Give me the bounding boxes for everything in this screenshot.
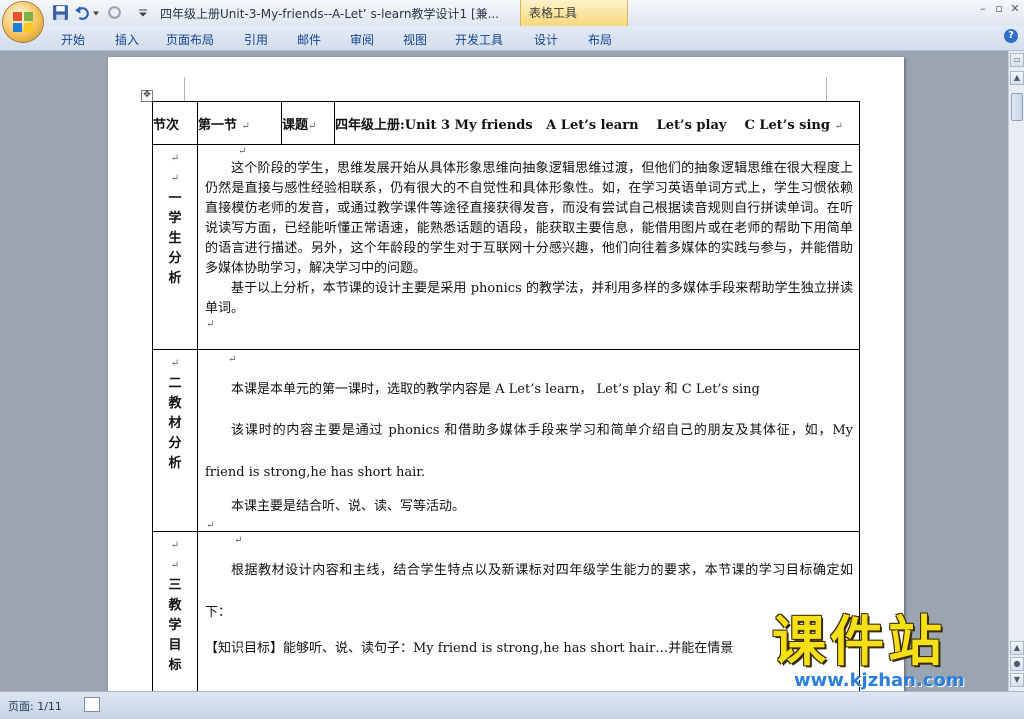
- page-indicator[interactable]: 页面: 1/11: [8, 698, 62, 714]
- browse-object-icon[interactable]: ●: [1010, 657, 1024, 671]
- next-page-icon[interactable]: ▼: [1010, 673, 1024, 687]
- document-workspace[interactable]: ✥ 节次 第一节 ↵ 课题↵ 四年级上册:Unit 3 My friends A…: [0, 51, 1008, 691]
- section-label-char: 教: [168, 396, 182, 411]
- section-label-char: 一: [168, 191, 182, 206]
- topic-label-cell[interactable]: 课题↵: [281, 101, 335, 145]
- vertical-scrollbar[interactable]: ▭ ▲ ▲ ● ▼: [1008, 51, 1024, 691]
- tab-design[interactable]: 设计: [534, 31, 558, 48]
- tab-insert[interactable]: 插入: [115, 31, 139, 48]
- topic-value: 四年级上册:Unit 3 My friends A Let’s learn Le…: [335, 117, 830, 133]
- paragraph: 【知识目标】能够听、说、读句子：My friend is strong,he h…: [205, 641, 734, 656]
- customize-toolbar-icon[interactable]: [138, 4, 148, 21]
- table-row-material-analysis: ↵ 二 教 材 分 析 ↵ 本课是本单元的第一课时，选取的教学内容是 A Let…: [152, 349, 860, 532]
- window-title: 四年级上册Unit-3-My-friends--A-Let’ s-learn教学…: [160, 7, 500, 21]
- table-row-student-analysis: ↵ ↵ 一 学 生 分 析 ↵ 这个阶段的学生，思维发展开始从具体形象思维向抽象逻…: [152, 144, 860, 350]
- student-analysis-content-cell[interactable]: ↵ 这个阶段的学生，思维发展开始从具体形象思维向抽象逻辑思维过渡，但他们的抽象逻…: [197, 144, 860, 350]
- help-icon[interactable]: ?: [1004, 29, 1018, 43]
- section-label-char: 分: [168, 251, 182, 266]
- paragraph: 根据教材设计内容和主线，结合学生特点以及新课标对四年级学生能力的要求，本节课的学…: [205, 563, 853, 620]
- ruler-toggle-icon[interactable]: ▭: [1010, 53, 1024, 67]
- paragraph: 基于以上分析，本节课的设计主要是采用 phonics 的教学法，并利用多样的多媒…: [205, 281, 853, 316]
- section-label-char: 三: [168, 578, 182, 593]
- restore-button[interactable]: ▫: [991, 2, 1007, 15]
- material-analysis-content-cell[interactable]: ↵ 本课是本单元的第一课时，选取的教学内容是 A Let’s learn， Le…: [197, 349, 860, 532]
- undo-icon[interactable]: [74, 4, 91, 21]
- status-bar: 页面: 1/11: [0, 691, 1024, 719]
- section-value-cell[interactable]: 第一节 ↵: [197, 101, 282, 145]
- topic-value-cell[interactable]: 四年级上册:Unit 3 My friends A Let’s learn Le…: [334, 101, 860, 145]
- scrollbar-thumb[interactable]: [1011, 93, 1023, 121]
- document-page[interactable]: ✥ 节次 第一节 ↵ 课题↵ 四年级上册:Unit 3 My friends A…: [108, 57, 904, 691]
- tab-review[interactable]: 审阅: [350, 31, 374, 48]
- close-button[interactable]: ✕: [1007, 2, 1023, 15]
- tab-developer[interactable]: 开发工具: [455, 31, 503, 48]
- proofing-status-icon[interactable]: [84, 697, 100, 712]
- crop-mark: [184, 77, 185, 101]
- tab-mailings[interactable]: 邮件: [297, 31, 321, 48]
- paragraph: 该课时的内容主要是通过 phonics 和借助多媒体手段来学习和简单介绍自己的朋…: [205, 423, 853, 480]
- lesson-plan-table: 节次 第一节 ↵ 课题↵ 四年级上册:Unit 3 My friends A L…: [152, 101, 860, 691]
- title-bar: 表格工具 四年级上册Unit-3-My-friends--A-Let’ s-le…: [0, 0, 1024, 26]
- context-tab-label: 表格工具: [529, 6, 578, 20]
- topic-label: 课题: [282, 117, 309, 133]
- section-label-char: 标: [168, 658, 182, 673]
- watermark-logo: 课件站 www.kjzhan.com: [772, 612, 1008, 692]
- paragraph: 这个阶段的学生，思维发展开始从具体形象思维向抽象逻辑思维过渡，但他们的抽象逻辑思…: [205, 161, 853, 276]
- watermark-url: www.kjzhan.com: [794, 670, 965, 691]
- section-label-char: 析: [168, 456, 182, 471]
- teaching-objectives-label-cell[interactable]: ↵ ↵ 三 教 学 目 标: [152, 531, 198, 691]
- section-label-char: 目: [168, 638, 182, 653]
- table-row-teaching-objectives: ↵ ↵ 三 教 学 目 标 ↵ 根据教材设计内容和主线，结合学生特点以及新课标对四…: [152, 531, 860, 691]
- context-tab-table-tools[interactable]: 表格工具: [520, 0, 628, 26]
- student-analysis-label-cell[interactable]: ↵ ↵ 一 学 生 分 析: [152, 144, 198, 350]
- section-label-char: 二: [168, 376, 182, 391]
- section-value: 第一节: [198, 117, 238, 133]
- tab-layout[interactable]: 布局: [588, 31, 612, 48]
- save-icon[interactable]: [52, 4, 69, 21]
- previous-page-icon[interactable]: ▲: [1010, 641, 1024, 655]
- section-label-char: 学: [168, 618, 182, 633]
- section-label: 节次: [153, 117, 180, 133]
- scroll-up-icon[interactable]: ▲: [1010, 71, 1024, 85]
- office-logo-icon: [13, 12, 33, 32]
- section-label-char: 材: [168, 416, 182, 431]
- paragraph: 本课是本单元的第一课时，选取的教学内容是 A Let’s learn， Let’…: [231, 382, 760, 397]
- section-label-char: 析: [168, 271, 182, 286]
- tab-page-layout[interactable]: 页面布局: [166, 31, 214, 48]
- section-label-char: 教: [168, 598, 182, 613]
- redo-icon[interactable]: [106, 4, 123, 21]
- tab-references[interactable]: 引用: [244, 31, 268, 48]
- section-label-cell[interactable]: 节次: [152, 101, 198, 145]
- teaching-objectives-content-cell[interactable]: ↵ 根据教材设计内容和主线，结合学生特点以及新课标对四年级学生能力的要求，本节课…: [197, 531, 860, 691]
- watermark-title: 课件站: [772, 610, 946, 673]
- section-label-char: 学: [168, 211, 182, 226]
- ribbon-tab-bar: 开始 插入 页面布局 引用 邮件 审阅 视图 开发工具 设计 布局: [0, 26, 1024, 51]
- paragraph: 本课主要是结合听、说、读、写等活动。: [231, 499, 466, 514]
- undo-dropdown-icon[interactable]: [92, 4, 100, 21]
- material-analysis-label-cell[interactable]: ↵ 二 教 材 分 析: [152, 349, 198, 532]
- section-label-char: 分: [168, 436, 182, 451]
- crop-mark: [826, 77, 827, 101]
- tab-view[interactable]: 视图: [403, 31, 427, 48]
- tab-home[interactable]: 开始: [61, 31, 85, 48]
- table-header-row: 节次 第一节 ↵ 课题↵ 四年级上册:Unit 3 My friends A L…: [152, 101, 860, 145]
- office-button[interactable]: [3, 2, 43, 42]
- section-label-char: 生: [168, 231, 182, 246]
- minimize-button[interactable]: –: [975, 2, 991, 15]
